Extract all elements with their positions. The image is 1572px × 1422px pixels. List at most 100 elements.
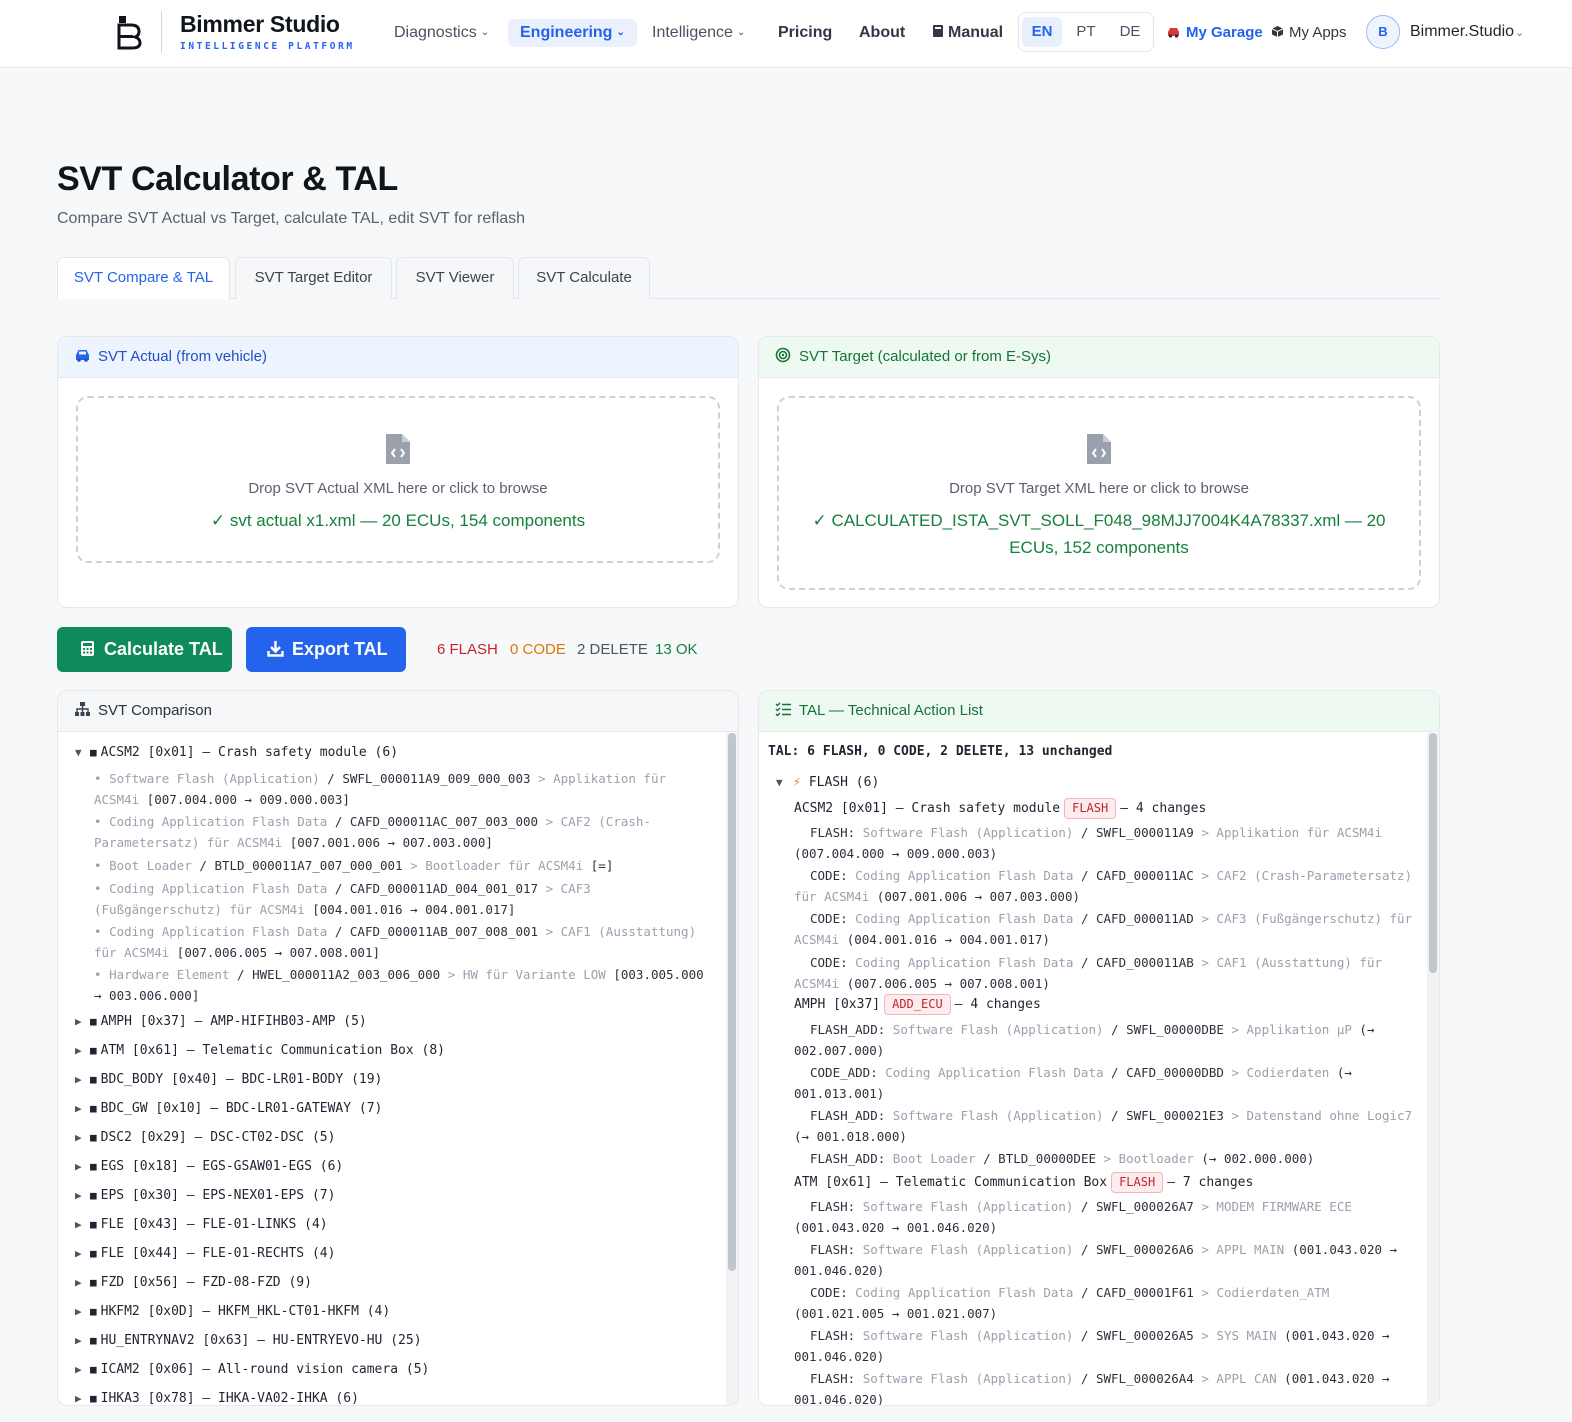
nav-pricing[interactable]: Pricing [778, 19, 832, 47]
tal-action-line: FLASH: Software Flash (Application) / SW… [794, 1242, 1398, 1278]
collapsed-triangle-icon[interactable]: ▶ [75, 1015, 90, 1028]
tab-svt-viewer[interactable]: SVT Viewer [396, 257, 514, 299]
tal-type: Software Flash (Application) [892, 1108, 1104, 1123]
svt-target-dropzone[interactable]: Drop SVT Target XML here or click to bro… [777, 396, 1421, 590]
tal-version: (004.001.016 → 004.001.017) [846, 932, 1050, 947]
tal-desc: Codierdaten [1246, 1065, 1330, 1080]
component-id: SWFL_000011A9_009_000_003 [342, 771, 531, 786]
collapsed-triangle-icon[interactable]: ▶ [75, 1247, 90, 1260]
nav-engineering[interactable]: Engineering ⌄ [508, 19, 637, 47]
tree-node-collapsed[interactable]: ▶ ■ EGS [0x18] — EGS-GSAW01-EGS (6) [75, 1159, 343, 1174]
tree-node-collapsed[interactable]: ▶ ■ EPS [0x30] — EPS-NEX01-EPS (7) [75, 1188, 335, 1203]
svt-actual-card: SVT Actual (from vehicle) Drop SVT Actua… [57, 336, 739, 608]
tree-node-collapsed[interactable]: ▶ ■ HU_ENTRYNAV2 [0x63] — HU-ENTRYEVO-HU (… [75, 1333, 422, 1348]
nav-about[interactable]: About [859, 19, 905, 47]
nav-manual[interactable]: Manual [932, 19, 1003, 47]
hierarchy-icon [75, 702, 90, 716]
user-name[interactable]: Bimmer.Studio [1410, 23, 1514, 41]
tree-node-collapsed[interactable]: ▶ ■ IHKA3 [0x78] — IHKA-VA02-IHKA (6) [75, 1391, 359, 1405]
tree-node-collapsed[interactable]: ▶ ■ DSC2 [0x29] — DSC-CT02-DSC (5) [75, 1130, 335, 1145]
ecu-square-icon: ■ [90, 1276, 97, 1289]
component-version: [007.001.006 → 007.003.000] [289, 835, 493, 850]
my-garage-label: My Garage [1186, 24, 1263, 41]
nav-diagnostics[interactable]: Diagnostics ⌄ [394, 19, 489, 47]
export-tal-label: Export TAL [292, 639, 388, 659]
tal-desc: Applikation µP [1246, 1022, 1352, 1037]
brand-name[interactable]: Bimmer Studio [180, 11, 340, 38]
ecu-square-icon: ■ [90, 1363, 97, 1376]
bimmer-logo-icon[interactable] [116, 14, 142, 50]
tal-action: FLASH: [810, 1371, 856, 1386]
export-tal-button[interactable]: Export TAL [246, 627, 406, 672]
svt-actual-dropzone[interactable]: Drop SVT Actual XML here or click to bro… [76, 396, 720, 563]
tal-action-line: FLASH_ADD: Software Flash (Application) … [794, 1108, 1413, 1144]
expanded-triangle-icon[interactable]: ▼ [776, 776, 791, 789]
tal-flash-group[interactable]: ▼ ⚡ FLASH (6) [776, 775, 879, 790]
collapsed-triangle-icon[interactable]: ▶ [75, 1189, 90, 1202]
tab-svt-target-editor[interactable]: SVT Target Editor [235, 257, 392, 299]
tree-node-collapsed[interactable]: ▶ ■ AMPH [0x37] — AMP-HIFIHB03-AMP (5) [75, 1014, 367, 1029]
tab-bar: SVT Compare & TAL SVT Target Editor SVT … [57, 257, 1440, 299]
component-version: [007.004.000 → 009.000.003] [146, 792, 350, 807]
tal-ecu: ACSM2 [0x01] — Crash safety module FLASH —… [794, 798, 1206, 819]
status-badge: FLASH [1111, 1172, 1164, 1193]
tree-node-label: BDC_BODY [0x40] — BDC-LR01-BODY (19) [100, 1072, 383, 1087]
component-line: • Coding Application Flash Data / CAFD_0… [94, 924, 697, 960]
tal-type: Coding Application Flash Data [855, 868, 1074, 883]
collapsed-triangle-icon[interactable]: ▶ [75, 1160, 90, 1173]
lang-en[interactable]: EN [1022, 17, 1062, 47]
comparison-scrollbar-thumb[interactable] [728, 733, 736, 1271]
comparison-scrollbar[interactable] [726, 733, 738, 1405]
collapsed-triangle-icon[interactable]: ▶ [75, 1073, 90, 1086]
ecu-square-icon: ■ [90, 746, 97, 759]
lang-pt[interactable]: PT [1066, 17, 1106, 47]
component-version: [=] [590, 858, 614, 873]
my-apps-link[interactable]: My Apps [1271, 19, 1347, 47]
tal-desc: Applikation für ACSM4i [1216, 825, 1382, 840]
logo-divider [161, 11, 162, 53]
tal-scrollbar-thumb[interactable] [1429, 733, 1437, 973]
tree-node-collapsed[interactable]: ▶ ■ FLE [0x43] — FLE-01-LINKS (4) [75, 1217, 328, 1232]
tal-version: (001.021.005 → 001.021.007) [794, 1306, 998, 1321]
chevron-down-icon[interactable]: ⌄ [1515, 26, 1524, 39]
tree-node-collapsed[interactable]: ▶ ■ BDC_BODY [0x40] — BDC-LR01-BODY (19) [75, 1072, 382, 1087]
collapsed-triangle-icon[interactable]: ▶ [75, 1102, 90, 1115]
collapsed-triangle-icon[interactable]: ▶ [75, 1363, 90, 1376]
tal-action-line: FLASH: Software Flash (Application) / SW… [794, 825, 1382, 861]
collapsed-triangle-icon[interactable]: ▶ [75, 1276, 90, 1289]
tree-node-collapsed[interactable]: ▶ ■ BDC_GW [0x10] — BDC-LR01-GATEWAY (7) [75, 1101, 382, 1116]
avatar[interactable]: B [1366, 15, 1400, 49]
lang-de[interactable]: DE [1110, 17, 1150, 47]
tree-node-collapsed[interactable]: ▶ ■ FZD [0x56] — FZD-08-FZD (9) [75, 1275, 312, 1290]
calculate-tal-button[interactable]: Calculate TAL [57, 627, 232, 672]
tal-card: TAL — Technical Action List TAL: 6 FLASH… [758, 690, 1440, 1406]
calculator-icon [81, 641, 94, 656]
tree-node-collapsed[interactable]: ▶ ■ ICAM2 [0x06] — All-round vision camera… [75, 1362, 429, 1377]
tree-node-collapsed[interactable]: ▶ ■ ATM [0x61] — Telematic Communication B… [75, 1043, 445, 1058]
tree-node-acsm2[interactable]: ▼ ■ ACSM2 [0x01] — Crash safety module (6) [75, 745, 398, 760]
tal-version: (007.006.005 → 007.008.001) [846, 976, 1050, 991]
tab-svt-compare[interactable]: SVT Compare & TAL [57, 257, 230, 299]
nav-intelligence[interactable]: Intelligence ⌄ [652, 19, 745, 47]
collapsed-triangle-icon[interactable]: ▶ [75, 1392, 90, 1405]
collapsed-triangle-icon[interactable]: ▶ [75, 1305, 90, 1318]
tal-scrollbar[interactable] [1427, 733, 1439, 1405]
svt-actual-loaded-status: ✓ svt actual x1.xml — 20 ECUs, 154 compo… [210, 511, 586, 530]
component-line: • Coding Application Flash Data / CAFD_0… [94, 814, 651, 850]
tree-node-collapsed[interactable]: ▶ ■ FLE [0x44] — FLE-01-RECHTS (4) [75, 1246, 335, 1261]
tab-svt-calculate[interactable]: SVT Calculate [518, 257, 650, 299]
book-icon [933, 25, 943, 37]
component-line: • Software Flash (Application) / SWFL_00… [94, 771, 666, 807]
ok-count: 13 OK [655, 641, 698, 658]
collapsed-triangle-icon[interactable]: ▶ [75, 1131, 90, 1144]
collapsed-triangle-icon[interactable]: ▶ [75, 1044, 90, 1057]
tree-node-collapsed[interactable]: ▶ ■ HKFM2 [0x0D] — HKFM_HKL-CT01-HKFM (4) [75, 1304, 390, 1319]
expanded-triangle-icon[interactable]: ▼ [75, 746, 90, 759]
tal-id: CAFD_000011AD [1096, 911, 1194, 926]
tal-id: SWFL_000026A5 [1095, 1328, 1194, 1343]
tal-type: Software Flash (Application) [862, 1199, 1074, 1214]
tal-id: SWFL_000021E3 [1126, 1108, 1224, 1123]
collapsed-triangle-icon[interactable]: ▶ [75, 1334, 90, 1347]
my-garage-link[interactable]: My Garage [1166, 19, 1263, 47]
collapsed-triangle-icon[interactable]: ▶ [75, 1218, 90, 1231]
